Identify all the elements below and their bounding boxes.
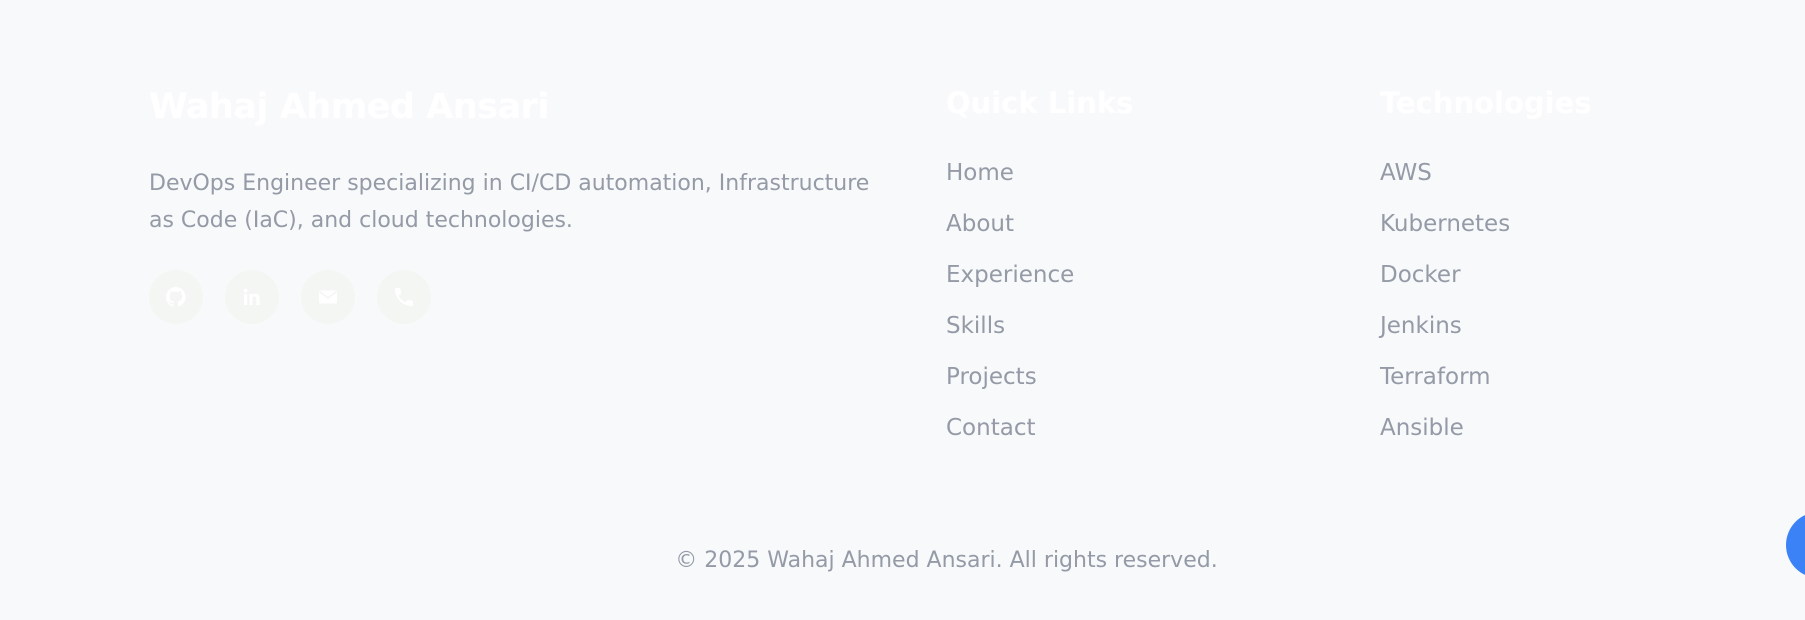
- tech-item-kubernetes: Kubernetes: [1380, 211, 1511, 237]
- linkedin-link[interactable]: [225, 270, 279, 324]
- social-links: [149, 270, 431, 324]
- copyright-text: © 2025 Wahaj Ahmed Ansari. All rights re…: [675, 548, 1218, 573]
- tech-item-terraform: Terraform: [1380, 364, 1491, 390]
- technologies-heading: Technologies: [1380, 86, 1592, 120]
- phone-icon: [395, 288, 413, 306]
- linkedin-icon: [243, 288, 260, 305]
- list-item: Projects: [946, 359, 1074, 410]
- footer-brand-description: DevOps Engineer specializing in CI/CD au…: [149, 171, 870, 233]
- list-item: Experience: [946, 257, 1074, 308]
- nav-link-experience[interactable]: Experience: [946, 262, 1074, 288]
- github-icon: [165, 286, 186, 307]
- tech-item-docker: Docker: [1380, 262, 1461, 288]
- quick-links-list: Home About Experience Skills Projects Co…: [946, 155, 1074, 461]
- nav-link-skills[interactable]: Skills: [946, 313, 1005, 339]
- list-item: Skills: [946, 308, 1074, 359]
- footer-brand-name: Wahaj Ahmed Ansari: [149, 87, 549, 127]
- tech-item-ansible: Ansible: [1380, 415, 1464, 441]
- list-item: Home: [946, 155, 1074, 206]
- tech-item-jenkins: Jenkins: [1380, 313, 1462, 339]
- email-link[interactable]: [301, 270, 355, 324]
- nav-link-home[interactable]: Home: [946, 160, 1014, 186]
- tech-item-aws: AWS: [1380, 160, 1432, 186]
- github-link[interactable]: [149, 270, 203, 324]
- list-item: Contact: [946, 410, 1074, 461]
- nav-link-about[interactable]: About: [946, 211, 1014, 237]
- nav-link-projects[interactable]: Projects: [946, 364, 1037, 390]
- phone-link[interactable]: [377, 270, 431, 324]
- site-footer: Wahaj Ahmed Ansari DevOps Engineer speci…: [0, 0, 1805, 620]
- technologies-list: AWS Kubernetes Docker Jenkins Terraform …: [1380, 155, 1510, 461]
- mail-icon: [319, 290, 337, 304]
- quick-links-heading: Quick Links: [946, 86, 1134, 120]
- nav-link-contact[interactable]: Contact: [946, 415, 1035, 441]
- list-item: About: [946, 206, 1074, 257]
